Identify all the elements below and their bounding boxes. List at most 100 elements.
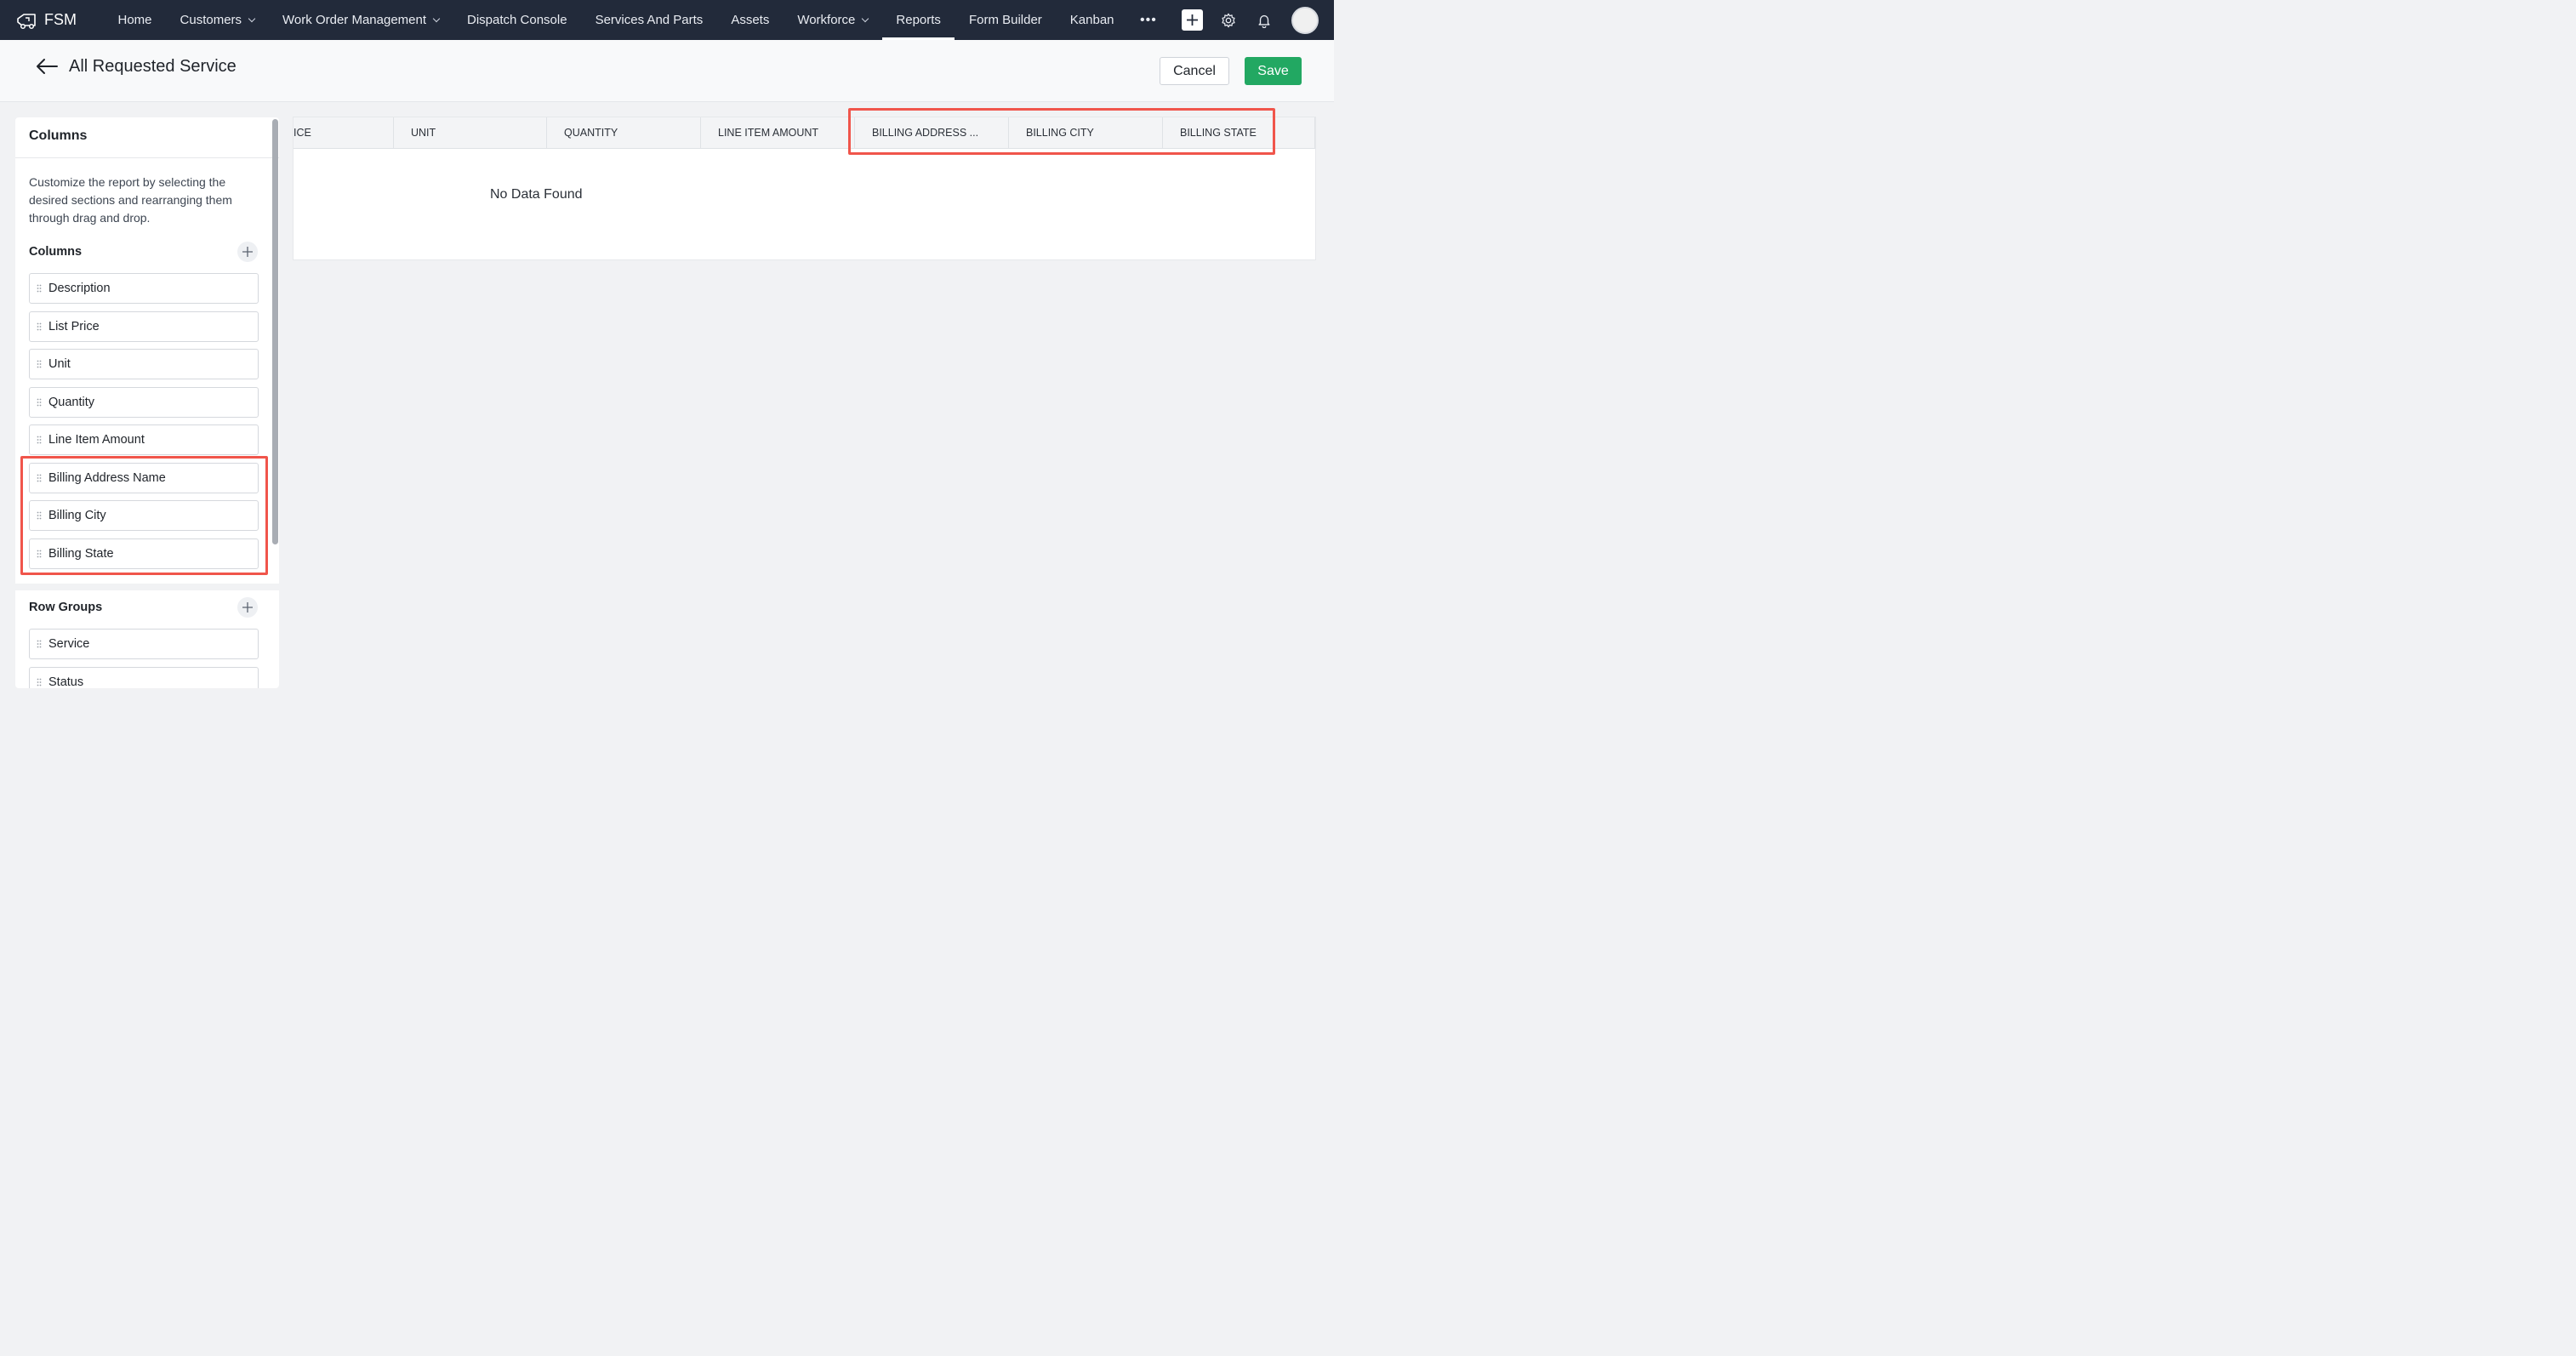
panel-description: Customize the report by selecting the de…	[29, 175, 232, 225]
nav-item-services-and-parts[interactable]: Services And Parts	[581, 0, 717, 40]
empty-state-text: No Data Found	[490, 187, 583, 202]
brand-name: FSM	[44, 11, 77, 28]
drag-handle[interactable]	[30, 678, 48, 687]
drag-handle-icon	[37, 550, 42, 557]
drag-handle-icon	[37, 640, 42, 648]
column-header[interactable]: ICE	[294, 117, 394, 148]
column-item[interactable]: Billing Address Name	[29, 462, 259, 493]
drag-handle-icon	[37, 398, 42, 406]
fsm-logo-icon	[17, 13, 36, 29]
row-groups-section-label: Row Groups	[29, 601, 103, 614]
gear-icon	[1222, 13, 1235, 27]
nav-item-label: Customers	[180, 13, 242, 27]
nav-item-label: Assets	[731, 13, 770, 27]
nav-actions	[1182, 0, 1334, 40]
page-title: All Requested Service	[69, 57, 237, 76]
column-item-label: Status	[48, 675, 84, 689]
column-item[interactable]: List Price	[29, 311, 259, 342]
column-item[interactable]: Description	[29, 273, 259, 304]
column-header[interactable]: QUANTITY	[547, 117, 701, 148]
drag-handle[interactable]	[30, 550, 48, 558]
drag-handle-icon	[37, 511, 42, 520]
brand[interactable]: FSM	[15, 11, 100, 30]
drag-handle[interactable]	[30, 322, 48, 331]
column-item[interactable]: Quantity	[29, 386, 259, 418]
column-item[interactable]: Billing State	[29, 538, 259, 569]
cancel-button[interactable]: Cancel	[1160, 57, 1229, 85]
nav-item-customers[interactable]: Customers	[166, 0, 269, 40]
nav-item-label: Dispatch Console	[467, 13, 567, 27]
user-avatar[interactable]	[1291, 6, 1319, 34]
drag-handle-icon	[37, 474, 42, 481]
nav-item-label: Kanban	[1069, 13, 1114, 27]
table-header-row: ICE UNIT QUANTITY LINE ITEM AMOUNT BILLING A…	[294, 117, 1315, 149]
columns-section-label: Columns	[29, 245, 83, 259]
nav-item-label: Services And Parts	[595, 13, 704, 27]
nav-item-reports[interactable]: Reports	[881, 0, 955, 40]
plus-icon	[242, 602, 253, 612]
column-header[interactable]: LINE ITEM AMOUNT	[701, 117, 855, 148]
more-menu-button[interactable]: •••	[1128, 0, 1169, 40]
column-item-label: List Price	[48, 319, 100, 333]
panel-title: Columns	[15, 117, 279, 158]
report-table: ICE UNIT QUANTITY LINE ITEM AMOUNT BILLING A…	[293, 117, 1316, 260]
drag-handle[interactable]	[30, 436, 48, 444]
quick-create-button[interactable]	[1182, 9, 1203, 31]
column-item-label: Service	[48, 637, 90, 651]
save-button[interactable]: Save	[1245, 57, 1302, 85]
nav-item-label: Reports	[896, 13, 941, 27]
nav-item-label: Workforce	[797, 13, 856, 27]
nav-item-kanban[interactable]: Kanban	[1056, 0, 1128, 40]
nav-item-workforce[interactable]: Workforce	[784, 0, 882, 40]
drag-handle-icon	[37, 436, 42, 444]
column-item-label: Quantity	[48, 395, 94, 409]
columns-panel: Columns Customize the report by selectin…	[15, 117, 279, 688]
nav-item-label: Form Builder	[968, 13, 1042, 27]
chevron-down-icon	[432, 14, 441, 23]
add-column-button[interactable]	[237, 242, 258, 262]
drag-handle[interactable]	[30, 284, 48, 293]
panel-scrollbar[interactable]	[272, 119, 278, 544]
column-header[interactable]: UNIT	[394, 117, 547, 148]
drag-handle[interactable]	[30, 360, 48, 368]
drag-handle-icon	[37, 678, 42, 686]
column-item-label: Billing Address Name	[48, 470, 166, 485]
plus-icon	[242, 247, 253, 257]
column-header[interactable]: BILLING STATE	[1163, 117, 1315, 148]
nav-items: Home Customers Work Order Management Dispat…	[104, 0, 1169, 40]
column-item[interactable]: Line Item Amount	[29, 424, 259, 455]
nav-item-form-builder[interactable]: Form Builder	[955, 0, 1056, 40]
nav-item-work-order-management[interactable]: Work Order Management	[269, 0, 453, 40]
add-row-group-button[interactable]	[237, 597, 258, 618]
column-item-label: Billing City	[48, 509, 106, 522]
drag-handle[interactable]	[30, 398, 48, 407]
column-item[interactable]: Status	[29, 666, 259, 689]
column-item-label: Description	[48, 282, 111, 295]
column-item[interactable]: Unit	[29, 349, 259, 379]
drag-handle-icon	[37, 284, 42, 293]
page-header: All Requested Service Cancel Save	[0, 40, 1334, 102]
section-divider	[15, 584, 279, 590]
top-nav: FSM Home Customers Work Order Management Di…	[0, 0, 1334, 40]
drag-handle[interactable]	[30, 474, 48, 482]
notifications-button[interactable]	[1256, 12, 1273, 29]
drag-handle[interactable]	[30, 640, 48, 648]
column-item-label: Unit	[48, 357, 71, 371]
column-header[interactable]: BILLING CITY	[1009, 117, 1163, 148]
settings-button[interactable]	[1220, 12, 1237, 29]
column-header[interactable]: BILLING ADDRESS ...	[855, 117, 1009, 148]
bell-icon	[1258, 14, 1270, 28]
drag-handle[interactable]	[30, 511, 48, 520]
nav-item-label: Home	[117, 13, 152, 27]
column-item-label: Line Item Amount	[48, 433, 145, 447]
back-arrow-icon[interactable]	[34, 57, 60, 76]
nav-item-dispatch-console[interactable]: Dispatch Console	[453, 0, 582, 40]
chevron-down-icon	[248, 14, 256, 23]
nav-item-label: Work Order Management	[282, 13, 427, 27]
column-item[interactable]: Billing City	[29, 500, 259, 531]
chevron-down-icon	[862, 14, 869, 23]
column-item[interactable]: Service	[29, 629, 259, 659]
drag-handle-icon	[37, 322, 42, 330]
nav-item-home[interactable]: Home	[104, 0, 166, 40]
nav-item-assets[interactable]: Assets	[717, 0, 784, 40]
